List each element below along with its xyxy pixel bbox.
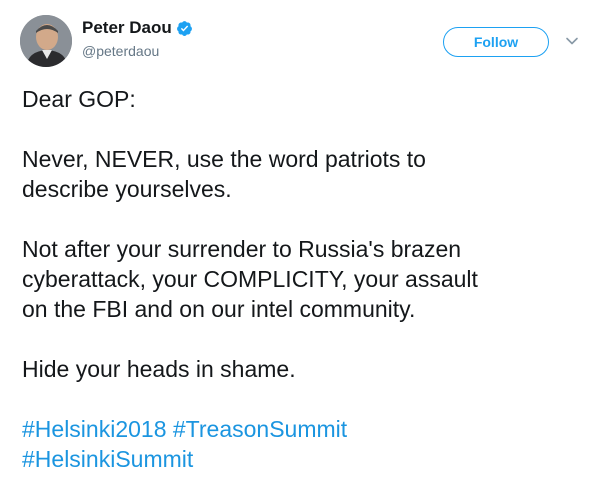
tweet-text: Dear GOP: Never, NEVER, use the word pat… [22,84,597,474]
hashtag-link[interactable]: #Helsinki2018 [22,416,166,442]
profile-photo-icon [20,15,72,67]
tweet-line: Not after your surrender to Russia's bra… [22,236,462,262]
follow-button[interactable]: Follow [443,27,549,57]
display-name-text[interactable]: Peter Daou [82,18,172,38]
chevron-down-icon[interactable] [565,34,579,48]
hashtag-link[interactable]: #HelsinkiSummit [22,446,193,472]
tweet-line: describe yourselves. [22,176,232,202]
verified-badge-icon [176,20,192,36]
tweet-line: on the FBI and on our intel community. [22,296,416,322]
user-handle[interactable]: @peterdaou [82,43,159,59]
tweet-card: Peter Daou @peterdaou Follow Dear GOP: N… [0,0,613,497]
avatar[interactable] [20,15,72,67]
hashtag-line: #HelsinkiSummit [22,444,597,474]
hashtag-line: #Helsinki2018 #TreasonSummit [22,414,597,444]
tweet-line: Dear GOP: [22,86,136,112]
tweet-line: Never, NEVER, use the word patriots to [22,146,426,172]
tweet-line: cyberattack, your COMPLICITY, your assau… [22,266,478,292]
hashtag-link[interactable]: #TreasonSummit [173,416,347,442]
display-name[interactable]: Peter Daou [82,18,193,38]
tweet-line: Hide your heads in shame. [22,356,296,382]
